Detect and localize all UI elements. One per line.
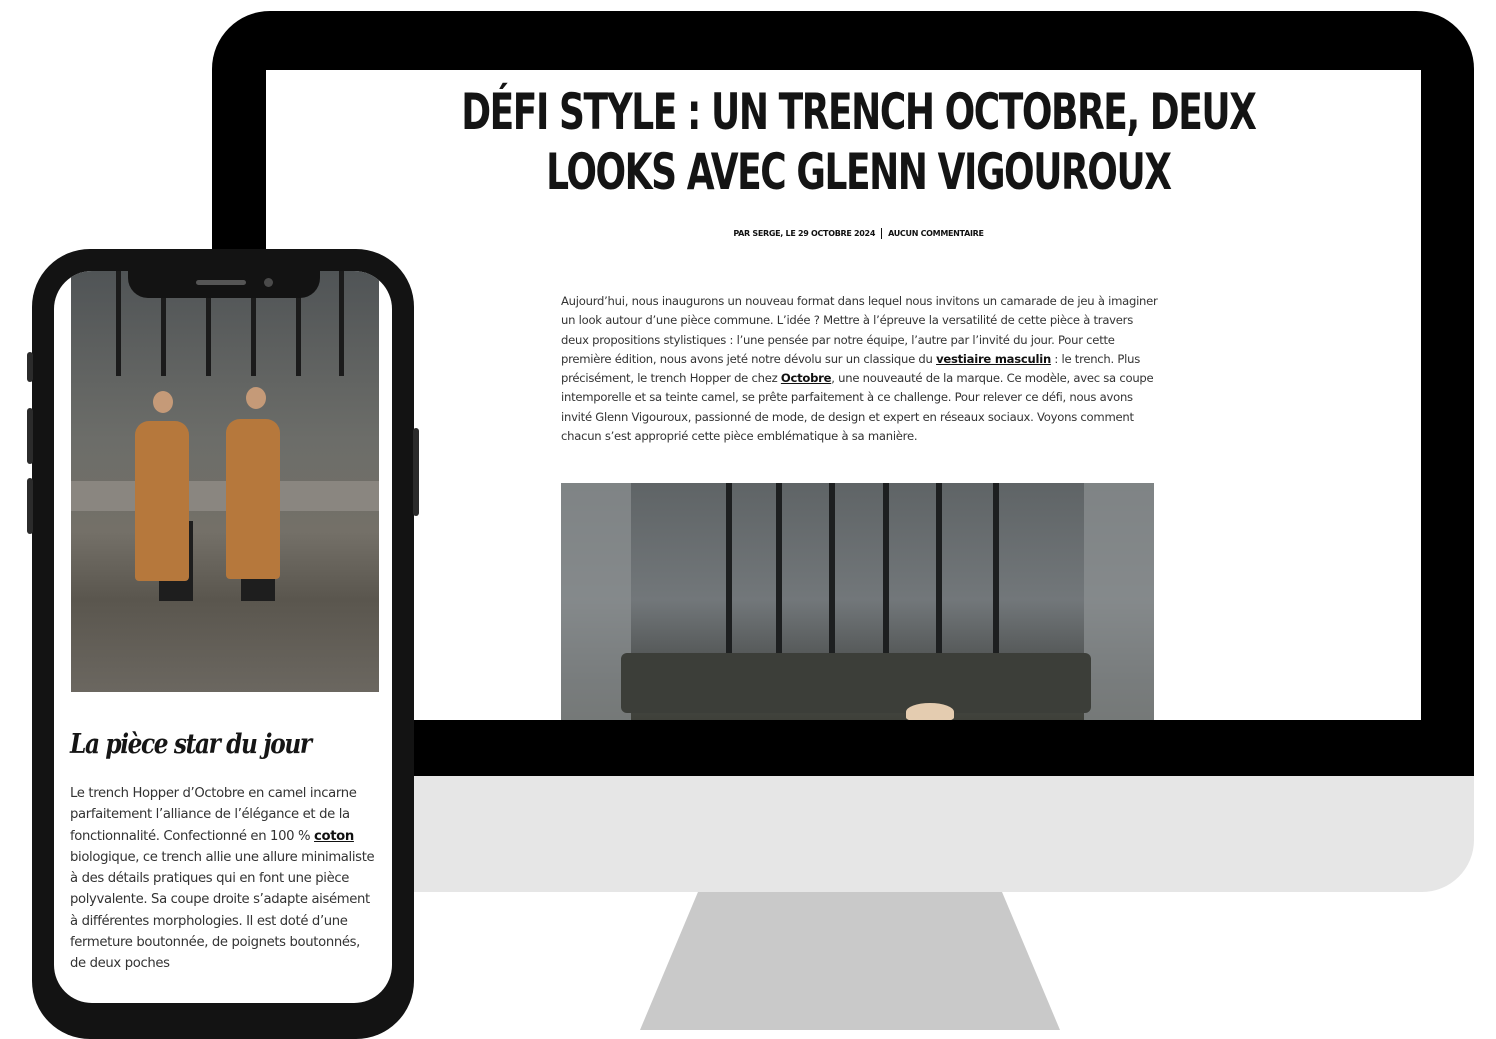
person-right-head [246, 387, 266, 409]
photo-pillar [726, 483, 732, 673]
byline-author-date: PAR SERGE, LE 29 OCTOBRE 2024 [733, 229, 876, 238]
mobile-hero-photo [71, 271, 379, 692]
comments-link[interactable]: AUCUN COMMENTAIRE [888, 229, 984, 238]
photo-column [1084, 483, 1154, 720]
photo-pillar [883, 483, 889, 673]
photo-pillar [776, 483, 782, 673]
desktop-screen: DÉFI STYLE : UN TRENCH OCTOBRE, DEUX LOO… [266, 70, 1421, 720]
photo-pillar [116, 271, 121, 376]
photo-steps [71, 481, 379, 511]
article-title: DÉFI STYLE : UN TRENCH OCTOBRE, DEUX LOO… [461, 83, 1257, 201]
photo-hat [906, 703, 954, 720]
speaker-grille [196, 280, 246, 285]
photo-pillar [936, 483, 942, 673]
monitor-stand [640, 890, 1060, 1030]
vestiaire-masculin-link[interactable]: vestiaire masculin [936, 352, 1051, 366]
mobile-screen: La pièce star du jour Le trench Hopper d… [54, 271, 392, 1003]
photo-ledge [621, 653, 1091, 713]
article-hero-photo [561, 483, 1154, 720]
octobre-link[interactable]: Octobre [781, 371, 832, 385]
article-intro: Aujourd’hui, nous inaugurons un nouveau … [561, 292, 1161, 446]
article-byline: PAR SERGE, LE 29 OCTOBRE 2024 AUCUN COMME… [266, 228, 1421, 239]
front-camera [264, 278, 273, 287]
photo-pillar [993, 483, 999, 673]
phone-notch [128, 271, 320, 298]
coton-link[interactable]: coton [314, 829, 354, 844]
person-left-head [153, 391, 173, 413]
mobile-section-heading: La pièce star du jour [70, 729, 312, 760]
mobile-body-text: Le trench Hopper d’Octobre en camel inca… [70, 783, 376, 975]
phone-volume-down-button [27, 478, 33, 534]
photo-pillar [829, 483, 835, 673]
phone-volume-up-button [27, 408, 33, 464]
phone-power-button [413, 428, 419, 516]
mobile-text-2: biologique, ce trench allie une allure m… [70, 849, 375, 972]
byline-separator [881, 228, 883, 239]
person-left-coat [135, 421, 189, 581]
photo-pillar [339, 271, 344, 376]
person-right-coat [226, 419, 280, 579]
phone-mute-button [27, 352, 33, 382]
